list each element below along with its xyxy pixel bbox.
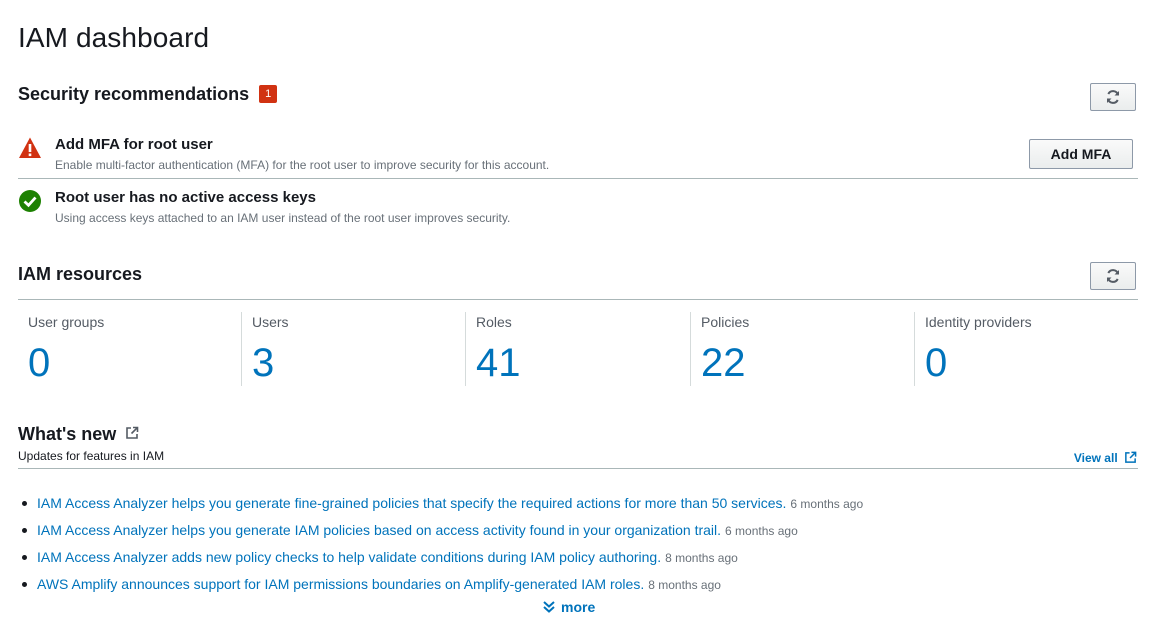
- resource-identity-providers: Identity providers 0: [915, 312, 1137, 386]
- resource-label: User groups: [28, 314, 105, 330]
- news-link[interactable]: IAM Access Analyzer helps you generate I…: [37, 522, 721, 538]
- iam-resources-heading: IAM resources: [18, 264, 143, 284]
- divider: [18, 299, 1138, 300]
- resource-policies: Policies 22: [691, 312, 913, 386]
- news-link[interactable]: IAM Access Analyzer helps you generate f…: [37, 495, 786, 511]
- whats-new-heading: What's new: [18, 424, 139, 445]
- list-item: AWS Amplify announces support for IAM pe…: [22, 571, 863, 598]
- resource-count-link[interactable]: 41: [476, 340, 521, 386]
- news-list: IAM Access Analyzer helps you generate f…: [22, 490, 863, 598]
- resources-refresh-button[interactable]: [1090, 262, 1136, 290]
- recommendation-root-access-keys: Root user has no active access keys Usin…: [18, 189, 1138, 229]
- resource-count-link[interactable]: 0: [28, 340, 50, 386]
- success-check-icon: [19, 190, 41, 212]
- bullet: [22, 528, 27, 533]
- news-age: 8 months ago: [665, 551, 738, 565]
- recommendation-description: Enable multi-factor authentication (MFA)…: [55, 158, 550, 172]
- resource-label: Users: [252, 314, 289, 330]
- resource-count-link[interactable]: 22: [701, 340, 746, 386]
- resource-label: Roles: [476, 314, 512, 330]
- bullet: [22, 582, 27, 587]
- resource-users: Users 3: [242, 312, 464, 386]
- resource-label: Policies: [701, 314, 750, 330]
- whats-new-subheading: Updates for features in IAM: [18, 449, 165, 463]
- add-mfa-button[interactable]: Add MFA: [1029, 139, 1133, 169]
- show-more-label: more: [561, 599, 596, 615]
- list-item: IAM Access Analyzer adds new policy chec…: [22, 544, 863, 571]
- recommendations-count-badge: 1: [259, 85, 278, 103]
- resource-user-groups: User groups 0: [18, 312, 240, 386]
- refresh-icon: [1107, 90, 1119, 104]
- divider: [18, 178, 1138, 179]
- external-link-icon[interactable]: [125, 426, 139, 440]
- recommendation-title: Add MFA for root user: [55, 136, 213, 153]
- security-recommendations-title: Security recommendations: [18, 84, 250, 104]
- refresh-icon: [1107, 269, 1119, 283]
- list-item: IAM Access Analyzer helps you generate f…: [22, 490, 863, 517]
- security-refresh-button[interactable]: [1090, 83, 1136, 111]
- warning-icon: [19, 137, 41, 158]
- bullet: [22, 555, 27, 560]
- list-item: IAM Access Analyzer helps you generate I…: [22, 517, 863, 544]
- view-all-label: View all: [1073, 451, 1118, 465]
- whats-new-title: What's new: [18, 424, 117, 444]
- resource-label: Identity providers: [925, 314, 1032, 330]
- view-all-link[interactable]: View all: [1074, 451, 1137, 465]
- page-title: IAM dashboard: [18, 22, 210, 53]
- divider: [18, 468, 1138, 469]
- show-more-link[interactable]: more: [542, 599, 595, 615]
- double-chevron-down-icon: [543, 601, 555, 613]
- resource-count-link[interactable]: 3: [252, 340, 274, 386]
- recommendation-title: Root user has no active access keys: [55, 189, 316, 206]
- news-link[interactable]: AWS Amplify announces support for IAM pe…: [37, 576, 644, 592]
- recommendation-add-mfa: Add MFA for root user Enable multi-facto…: [18, 136, 1138, 176]
- resource-roles: Roles 41: [466, 312, 688, 386]
- security-recommendations-heading: Security recommendations 1: [18, 84, 278, 105]
- news-link[interactable]: IAM Access Analyzer adds new policy chec…: [37, 549, 661, 565]
- recommendation-description: Using access keys attached to an IAM use…: [55, 211, 511, 225]
- news-age: 6 months ago: [790, 497, 864, 511]
- external-link-icon: [1125, 451, 1137, 463]
- resource-count-link[interactable]: 0: [925, 340, 947, 386]
- news-age: 6 months ago: [725, 524, 798, 538]
- news-age: 8 months ago: [648, 578, 721, 592]
- bullet: [22, 501, 27, 506]
